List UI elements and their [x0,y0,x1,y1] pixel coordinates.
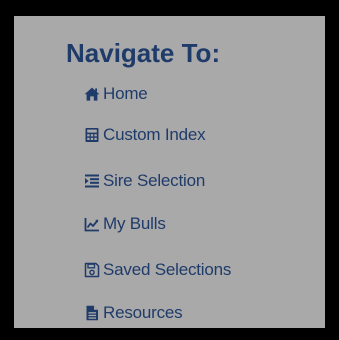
calculator-icon [84,127,100,143]
line-chart-icon [84,216,100,232]
nav-item-saved-selections[interactable]: Saved Selections [84,259,231,281]
nav-item-label: Resources [103,303,183,322]
indent-list-icon [84,173,100,189]
home-icon [84,86,100,102]
nav-item-label: Saved Selections [103,260,232,279]
document-icon [84,305,100,321]
nav-item-label: My Bulls [103,214,166,233]
nav-item-my-bulls[interactable]: My Bulls [84,213,166,235]
nav-title: Navigate To: [66,38,221,68]
nav-item-label: Custom Index [103,125,206,144]
nav-item-resources[interactable]: Resources [84,302,183,324]
nav-item-sire-selection[interactable]: Sire Selection [84,170,205,192]
nav-item-custom-index[interactable]: Custom Index [84,124,206,146]
nav-item-label: Home [103,84,148,103]
nav-frame: Navigate To: Home Custom Index Sire Sele… [0,0,339,340]
save-icon [84,262,100,278]
nav-item-home[interactable]: Home [84,83,148,105]
nav-item-label: Sire Selection [103,171,206,190]
